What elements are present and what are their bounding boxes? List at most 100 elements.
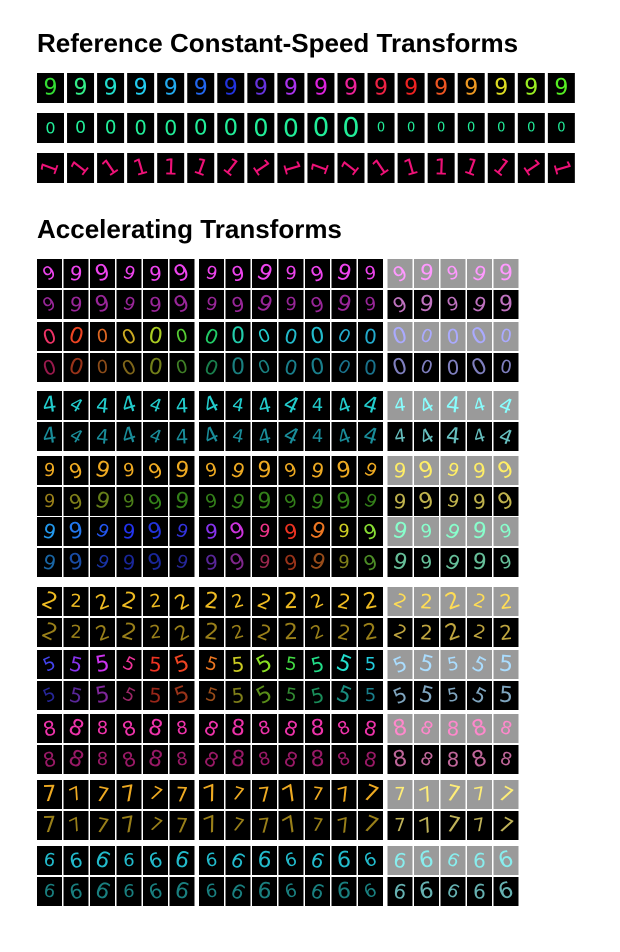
digit-cell: 9 xyxy=(517,73,545,103)
digit-cell: 0 xyxy=(467,353,492,382)
digit-cell: 9 xyxy=(169,259,195,288)
digit-cell: 0 xyxy=(331,322,357,351)
digit-cell: 7 xyxy=(252,811,277,840)
digit-cell: 6 xyxy=(358,877,383,906)
digit-cell: 0 xyxy=(199,353,224,382)
digit-cell: 5 xyxy=(143,681,168,710)
digit-cell: 0 xyxy=(116,322,142,351)
digit-cell: 7 xyxy=(305,780,330,809)
digit-cell: 8 xyxy=(169,745,195,774)
digit-cell: 5 xyxy=(90,681,115,710)
digit-cell: 7 xyxy=(169,780,195,809)
digit-cell: 4 xyxy=(225,391,251,420)
svg-text:9: 9 xyxy=(393,489,407,514)
svg-text:9: 9 xyxy=(122,459,136,481)
digit-cell: 9 xyxy=(305,548,330,577)
digit-cell: 9 xyxy=(414,487,439,516)
digit-cell: 9 xyxy=(278,456,304,485)
digit-cell: 9 xyxy=(143,487,168,516)
digit-cell: 7 xyxy=(199,780,224,809)
digit-cell: 4 xyxy=(358,422,383,451)
digit-cell: 9 xyxy=(305,290,330,319)
digit-cell: 2 xyxy=(331,587,357,616)
digit-cell: 6 xyxy=(467,846,492,875)
digit-cell: 9 xyxy=(493,290,519,319)
svg-text:9: 9 xyxy=(499,292,513,317)
digit-cell: 9 xyxy=(337,73,365,103)
svg-text:0: 0 xyxy=(557,121,565,136)
digit-cell: 5 xyxy=(358,650,383,679)
digit-cell: 6 xyxy=(37,877,62,906)
digit-cell: 0 xyxy=(414,322,439,351)
digit-cell: 7 xyxy=(278,780,304,809)
svg-text:6: 6 xyxy=(123,881,134,902)
svg-text:6: 6 xyxy=(473,848,486,872)
svg-text:6: 6 xyxy=(256,878,272,904)
svg-text:7: 7 xyxy=(42,813,57,838)
digit-cell: 8 xyxy=(199,714,224,743)
svg-text:9: 9 xyxy=(43,460,56,482)
digit-cell: 7 xyxy=(225,811,251,840)
digit-cell: 0 xyxy=(143,353,168,382)
digit-cell: 0 xyxy=(337,113,365,144)
svg-text:9: 9 xyxy=(524,76,538,101)
digit-cell: 0 xyxy=(517,113,545,143)
digit-cell: 0 xyxy=(493,322,519,351)
digit-cell: 8 xyxy=(37,714,62,743)
digit-cell: 9 xyxy=(358,548,383,577)
digit-cell: 0 xyxy=(252,353,277,382)
digit-cell: 7 xyxy=(493,811,519,840)
digit-cell: 5 xyxy=(467,681,492,710)
digit-cell: 9 xyxy=(63,517,89,546)
digit-cell: 9 xyxy=(187,73,215,103)
digit-cell: 5 xyxy=(143,650,168,679)
digit-cell: 4 xyxy=(387,391,413,420)
svg-text:6: 6 xyxy=(256,847,272,873)
svg-text:4: 4 xyxy=(175,393,189,418)
digit-cell: 0 xyxy=(199,322,224,351)
digit-cell: 9 xyxy=(252,517,277,546)
digit-cell: 9 xyxy=(493,517,519,546)
digit-cell: 7 xyxy=(440,811,466,840)
svg-text:0: 0 xyxy=(75,118,86,138)
digit-cell: 8 xyxy=(305,745,330,774)
svg-text:9: 9 xyxy=(434,76,448,101)
digit-cell: 5 xyxy=(169,681,195,710)
digit-cell: 2 xyxy=(252,587,277,616)
digit-cell: 8 xyxy=(387,714,413,743)
digit-cell: 0 xyxy=(97,113,125,143)
digit-cell: 7 xyxy=(143,780,168,809)
digit-cell: 2 xyxy=(493,618,519,647)
digit-cell: 5 xyxy=(63,681,89,710)
digit-cell: 7 xyxy=(169,811,195,840)
digit-cell: 0 xyxy=(305,322,330,351)
digit-cell: 8 xyxy=(331,745,357,774)
digit-cell: 4 xyxy=(225,422,251,451)
digit-cell: 9 xyxy=(116,548,142,577)
digit-cell: 9 xyxy=(252,456,277,485)
digit-cell: 1 xyxy=(157,153,185,183)
digit-cell: 4 xyxy=(63,422,89,451)
digit-cell: 8 xyxy=(414,714,439,743)
svg-text:2: 2 xyxy=(498,589,513,614)
svg-text:0: 0 xyxy=(363,355,378,380)
digit-cell: 9 xyxy=(440,487,466,516)
svg-text:4: 4 xyxy=(95,424,110,449)
svg-text:9: 9 xyxy=(338,521,350,542)
digit-cell: 6 xyxy=(143,846,168,875)
digit-cell: 9 xyxy=(225,487,251,516)
digit-cell: 0 xyxy=(467,322,492,351)
svg-text:9: 9 xyxy=(554,76,568,101)
digit-cell: 9 xyxy=(414,517,439,546)
digit-cell: 0 xyxy=(247,113,275,143)
digit-cell: 7 xyxy=(252,780,277,809)
svg-text:0: 0 xyxy=(194,116,208,141)
digit-cell: 6 xyxy=(331,877,357,906)
digit-cell: 1 xyxy=(367,153,395,183)
digit-cell: 9 xyxy=(63,548,89,577)
digit-cell: 9 xyxy=(37,290,62,319)
digit-cell: 9 xyxy=(169,548,195,577)
digit-cell: 0 xyxy=(493,353,519,382)
svg-text:9: 9 xyxy=(164,76,178,101)
digit-cell: 0 xyxy=(277,113,305,143)
